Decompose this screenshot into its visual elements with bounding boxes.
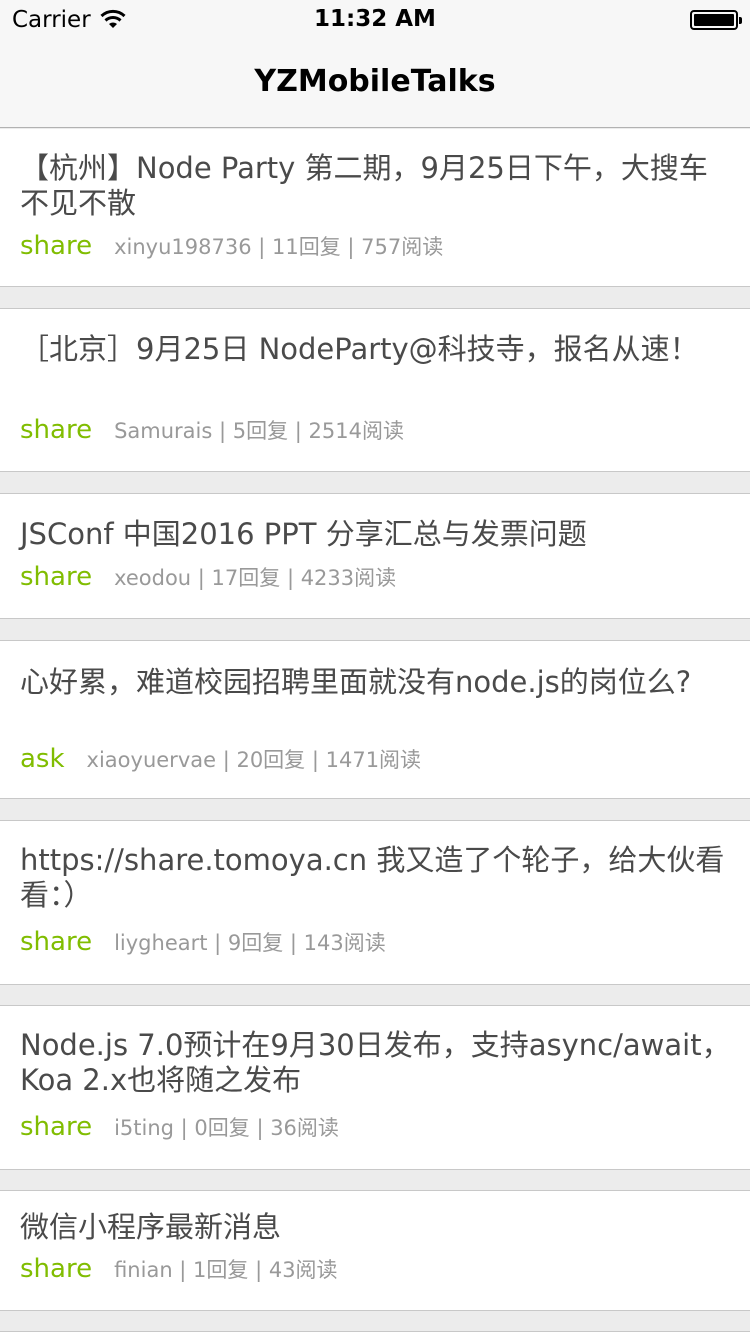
status-time: 11:32 AM: [314, 6, 436, 32]
topic-info: xiaoyuervae | 20回复 | 1471阅读: [86, 748, 422, 772]
battery-icon: [690, 10, 742, 30]
topic-title: https://share.tomoya.cn 我又造了个轮子，给大伙看看：）: [20, 843, 725, 912]
topic-row-5[interactable]: https://share.tomoya.cn 我又造了个轮子，给大伙看看：） …: [0, 820, 750, 985]
topic-tag: share: [20, 231, 93, 261]
topic-meta: share xeodou | 17回复 | 4233阅读: [20, 562, 396, 592]
topic-title: 微信小程序最新消息: [20, 1210, 282, 1244]
topic-tag: ask: [20, 744, 65, 774]
topic-title: 【杭州】Node Party 第二期，9月25日下午，大搜车不见不散: [20, 151, 708, 220]
topic-title: Node.js 7.0预计在9月30日发布，支持async/await，Koa …: [20, 1028, 731, 1097]
topic-title: 心好累，难道校园招聘里面就没有node.js的岗位么?: [20, 665, 692, 699]
topic-meta: share liygheart | 9回复 | 143阅读: [20, 927, 386, 957]
topic-info: xeodou | 17回复 | 4233阅读: [114, 566, 397, 590]
topic-meta: share finian | 1回复 | 43阅读: [20, 1254, 338, 1284]
topic-row-6[interactable]: Node.js 7.0预计在9月30日发布，支持async/await，Koa …: [0, 1005, 750, 1170]
topic-row-7[interactable]: 微信小程序最新消息 share finian | 1回复 | 43阅读: [0, 1190, 750, 1311]
topic-meta: share Samurais | 5回复 | 2514阅读: [20, 415, 404, 445]
topic-title: JSConf 中国2016 PPT 分享汇总与发票问题: [20, 517, 587, 551]
topic-info: i5ting | 0回复 | 36阅读: [114, 1116, 339, 1140]
navigation-bar: YZMobileTalks: [0, 40, 750, 128]
topic-tag: share: [20, 415, 93, 445]
topic-meta: share xinyu198736 | 11回复 | 757阅读: [20, 231, 443, 261]
status-bar: Carrier 11:32 AM: [0, 0, 750, 40]
topic-tag: share: [20, 562, 93, 592]
topic-meta: share i5ting | 0回复 | 36阅读: [20, 1112, 339, 1142]
topic-meta: ask xiaoyuervae | 20回复 | 1471阅读: [20, 744, 421, 774]
topic-row-3[interactable]: JSConf 中国2016 PPT 分享汇总与发票问题 share xeodou …: [0, 493, 750, 619]
topic-info: finian | 1回复 | 43阅读: [114, 1258, 338, 1282]
topic-info: liygheart | 9回复 | 143阅读: [114, 931, 386, 955]
topic-row-2[interactable]: ［北京］9月25日 NodeParty@科技寺，报名从速！ share Samur…: [0, 308, 750, 472]
topic-row-4[interactable]: 心好累，难道校园招聘里面就没有node.js的岗位么? ask xiaoyuerv…: [0, 640, 750, 799]
topic-tag: share: [20, 1254, 93, 1284]
topic-row-1[interactable]: 【杭州】Node Party 第二期，9月25日下午，大搜车不见不散 share…: [0, 129, 750, 287]
topic-tag: share: [20, 1112, 93, 1142]
topic-tag: share: [20, 927, 93, 957]
topic-info: xinyu198736 | 11回复 | 757阅读: [114, 235, 444, 259]
topic-title: ［北京］9月25日 NodeParty@科技寺，报名从速！: [20, 332, 699, 366]
topic-info: Samurais | 5回复 | 2514阅读: [114, 419, 404, 443]
page-title: YZMobileTalks: [254, 64, 496, 99]
